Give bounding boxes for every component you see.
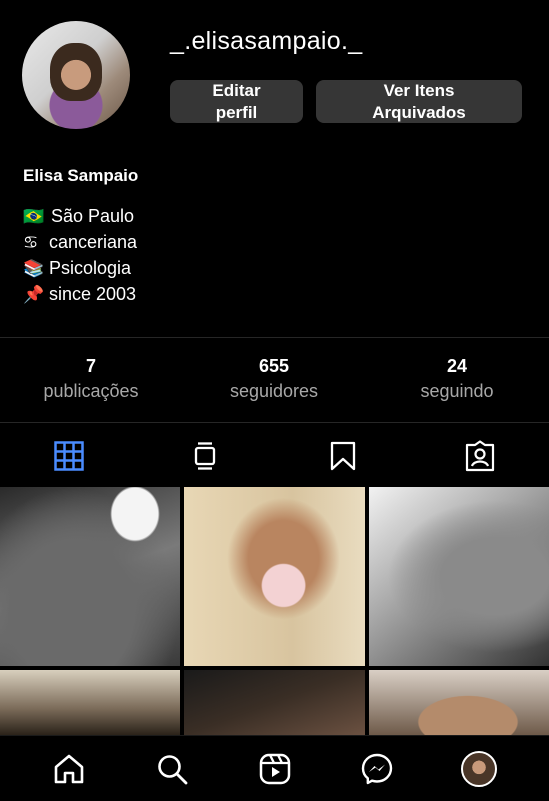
stat-label: seguindo <box>420 381 494 401</box>
stat-value: 655 <box>258 356 290 376</box>
tab-tagged[interactable] <box>460 436 500 476</box>
bio-line: 📌 since 2003 <box>23 284 136 305</box>
bio-line: 📚 Psicologia <box>23 258 131 279</box>
nav-search[interactable] <box>154 751 190 787</box>
edit-profile-label-line2: perfil <box>215 102 258 122</box>
stat-label: seguidores <box>229 381 319 401</box>
tab-feed[interactable] <box>185 436 225 476</box>
divider <box>0 422 549 423</box>
post-thumbnail[interactable] <box>369 487 549 666</box>
reels-icon <box>259 753 291 785</box>
stat-value: 7 <box>85 356 96 376</box>
grid-icon <box>54 441 84 471</box>
post-thumbnail[interactable] <box>0 670 180 735</box>
reels-feed-icon <box>194 442 216 470</box>
nav-home[interactable] <box>51 751 87 787</box>
bio-text: canceriana <box>49 232 138 252</box>
post-thumbnail[interactable] <box>184 670 365 735</box>
stat-value: 24 <box>446 356 468 376</box>
home-icon <box>54 754 84 784</box>
stat-posts[interactable]: 7 publicações <box>11 356 171 402</box>
post-thumbnail[interactable] <box>369 670 549 735</box>
pushpin-icon: 📌 <box>23 284 45 304</box>
nav-reels[interactable] <box>257 751 293 787</box>
nav-profile[interactable] <box>461 751 497 787</box>
bio-text: São Paulo <box>51 206 135 226</box>
tab-grid[interactable] <box>49 436 89 476</box>
username: _.elisasampaio._ <box>170 27 363 55</box>
bio-line: ♋ canceriana <box>23 232 137 253</box>
messenger-icon <box>361 753 393 785</box>
archived-label-line2: Arquivados <box>372 102 466 122</box>
bio-text: since 2003 <box>49 284 137 304</box>
archived-items-button[interactable]: Ver Itens Arquivados <box>316 80 522 123</box>
tab-saved[interactable] <box>323 436 363 476</box>
stat-following[interactable]: 24 seguindo <box>377 356 537 402</box>
post-thumbnail[interactable] <box>184 487 365 666</box>
edit-profile-button[interactable]: Editar perfil <box>170 80 303 123</box>
archived-label-line1: Ver Itens <box>383 80 455 100</box>
stat-followers[interactable]: 655 seguidores <box>194 356 354 402</box>
books-icon: 📚 <box>23 258 45 278</box>
full-name: Elisa Sampaio <box>23 166 139 185</box>
search-icon <box>158 755 188 785</box>
post-thumbnail[interactable] <box>0 487 180 666</box>
tagged-icon <box>465 440 495 472</box>
brazil-flag-icon: 🇧🇷 <box>23 206 45 226</box>
profile-avatar <box>461 751 497 787</box>
bio-line: 🇧🇷 São Paulo <box>23 206 134 227</box>
stat-label: publicações <box>43 381 139 401</box>
edit-profile-label-line1: Editar <box>212 80 261 100</box>
nav-messenger[interactable] <box>359 751 395 787</box>
cancer-sign-icon: ♋ <box>23 232 39 252</box>
bookmark-icon <box>330 441 356 471</box>
profile-avatar[interactable] <box>22 21 130 129</box>
bio-text: Psicologia <box>49 258 132 278</box>
divider <box>0 337 549 338</box>
